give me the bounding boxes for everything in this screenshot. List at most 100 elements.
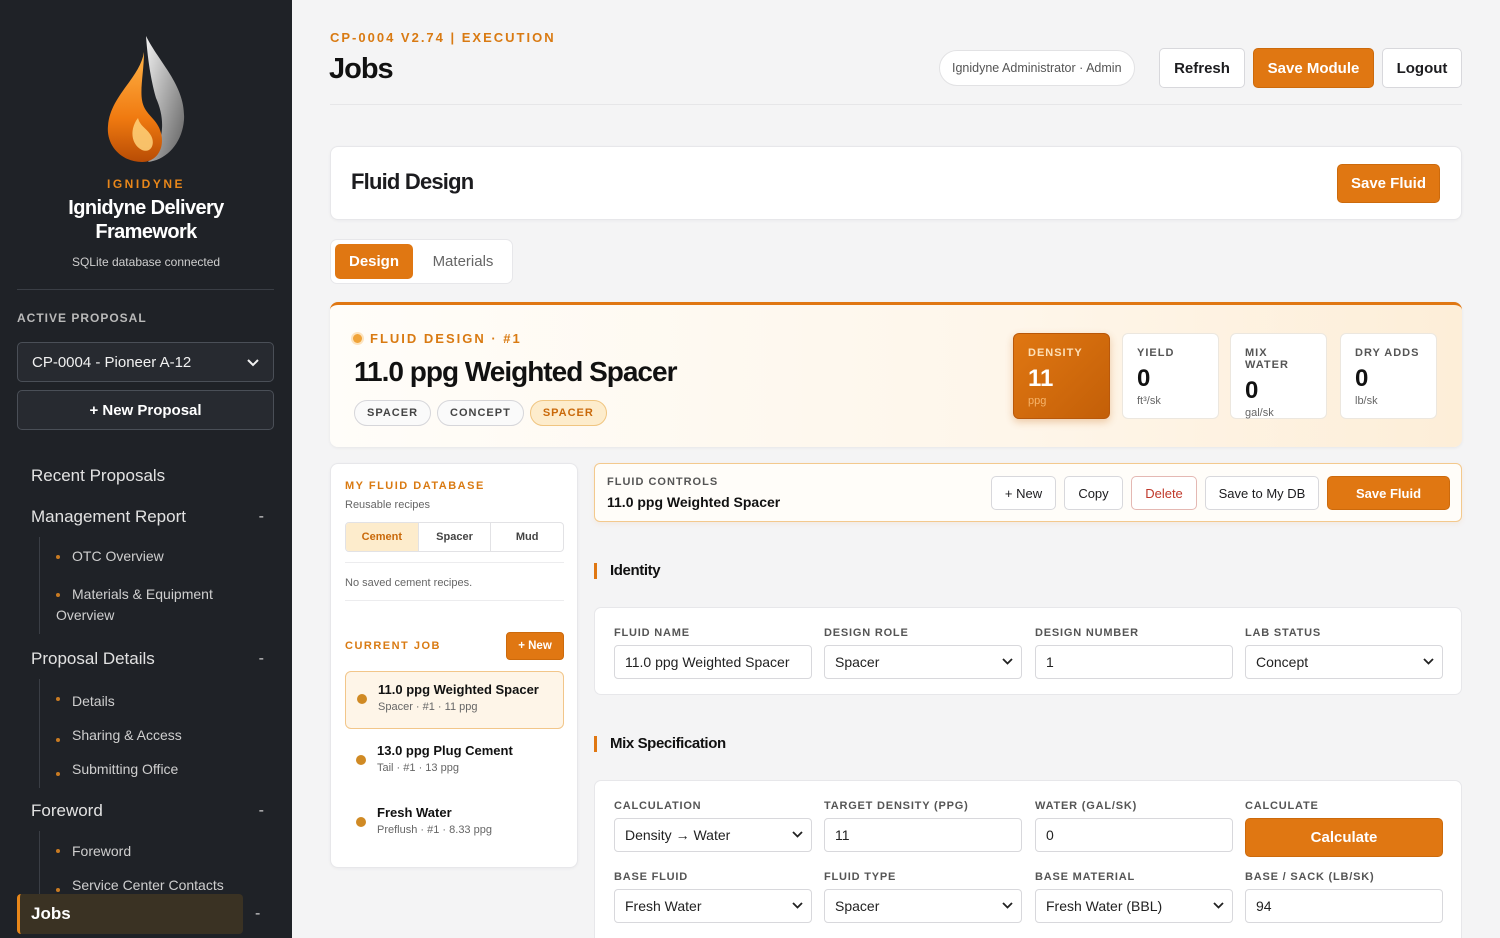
nav-item-submitting-office[interactable]: Submitting Office bbox=[56, 754, 274, 788]
lab-status-select[interactable]: Concept bbox=[1245, 645, 1443, 679]
design-number-input[interactable]: 1 bbox=[1035, 645, 1233, 679]
tab-design[interactable]: Design bbox=[335, 244, 413, 279]
nav-jobs-active[interactable]: Jobs bbox=[17, 894, 243, 934]
current-job-kicker: CURRENT JOB bbox=[345, 640, 441, 652]
save-fluid-button[interactable]: Save Fluid bbox=[1327, 476, 1450, 510]
db-status: SQLite database connected bbox=[71, 255, 221, 269]
hero-pills: SPACER CONCEPT SPACER bbox=[354, 400, 607, 426]
management-subnav: OTC Overview Materials & Equipment Overv… bbox=[39, 537, 274, 634]
fluid-design-card: Fluid Design Save Fluid bbox=[330, 146, 1462, 220]
hero-kicker: FLUID DESIGN · #1 bbox=[353, 331, 522, 346]
calculation-select[interactable]: Density → Water bbox=[614, 818, 812, 852]
hero-kicker-text: FLUID DESIGN · #1 bbox=[370, 331, 522, 346]
target-density-value: 11 bbox=[835, 827, 850, 843]
design-number-value: 1 bbox=[1046, 654, 1054, 670]
metric-value: 0 bbox=[1245, 377, 1259, 404]
nav-item-materials-equipment-cont[interactable]: Overview bbox=[40, 604, 274, 634]
calculation-label: CALCULATION bbox=[614, 800, 702, 812]
active-proposal-select[interactable]: CP-0004 - Pioneer A-12 bbox=[17, 342, 274, 382]
save-to-db-button[interactable]: Save to My DB bbox=[1205, 476, 1319, 510]
sidebar-nav: Recent Proposals Management Report - OTC… bbox=[17, 455, 274, 904]
mix-spec-section-title: Mix Specification bbox=[594, 736, 726, 752]
fluid-type-select[interactable]: Spacer bbox=[824, 889, 1022, 923]
job-list-item[interactable]: 11.0 ppg Weighted Spacer Spacer · #1 · 1… bbox=[345, 671, 564, 729]
chevron-down-icon bbox=[1002, 656, 1013, 668]
metric-value: 0 bbox=[1355, 365, 1369, 392]
target-density-label: TARGET DENSITY (PPG) bbox=[824, 800, 969, 812]
base-fluid-select[interactable]: Fresh Water bbox=[614, 889, 812, 923]
job-sub: Preflush · #1 · 8.33 ppg bbox=[377, 824, 492, 836]
metric-label: DRY ADDS bbox=[1355, 347, 1420, 359]
pill-role: SPACER bbox=[354, 400, 432, 426]
flame-logo-icon bbox=[100, 34, 192, 164]
nav-item-materials-equipment[interactable]: Materials & Equipment bbox=[56, 575, 274, 604]
header-divider bbox=[330, 104, 1462, 105]
delete-button[interactable]: Delete bbox=[1131, 476, 1197, 510]
job-list-item[interactable]: 13.0 ppg Plug Cement Tail · #1 · 13 ppg bbox=[345, 733, 564, 791]
collapse-icon[interactable]: - bbox=[259, 802, 264, 820]
logout-button[interactable]: Logout bbox=[1382, 48, 1462, 88]
save-fluid-button[interactable]: Save Fluid bbox=[1337, 164, 1440, 203]
nav-foreword[interactable]: Foreword - bbox=[17, 790, 274, 831]
job-list-item[interactable]: Fresh Water Preflush · #1 · 8.33 ppg bbox=[345, 795, 564, 853]
copy-button[interactable]: Copy bbox=[1064, 476, 1123, 510]
job-dot-icon bbox=[356, 755, 366, 765]
metric-label: DENSITY bbox=[1028, 347, 1083, 359]
segment-spacer[interactable]: Spacer bbox=[419, 523, 492, 551]
target-density-input[interactable]: 11 bbox=[824, 818, 1022, 852]
water-input[interactable]: 0 bbox=[1035, 818, 1233, 852]
breadcrumb: CP-0004 V2.74 | EXECUTION bbox=[330, 30, 556, 45]
tab-materials[interactable]: Materials bbox=[419, 244, 507, 279]
nav-management-report[interactable]: Management Report - bbox=[17, 496, 274, 537]
new-fluid-button[interactable]: + New bbox=[506, 632, 564, 660]
metric-mix-water: MIX WATER 0 gal/sk bbox=[1230, 333, 1327, 419]
base-sack-input[interactable]: 94 bbox=[1245, 889, 1443, 923]
collapse-icon[interactable]: - bbox=[259, 650, 264, 668]
new-button[interactable]: + New bbox=[991, 476, 1056, 510]
metric-unit: ppg bbox=[1028, 395, 1047, 407]
new-proposal-button[interactable]: + New Proposal bbox=[17, 390, 274, 430]
identity-form: FLUID NAME 11.0 ppg Weighted Spacer DESI… bbox=[594, 607, 1462, 695]
water-label: WATER (GAL/SK) bbox=[1035, 800, 1138, 812]
controls-kicker: FLUID CONTROLS bbox=[607, 476, 719, 488]
chevron-down-icon bbox=[1002, 900, 1013, 912]
nav-proposal-details[interactable]: Proposal Details - bbox=[17, 638, 274, 679]
proposal-subnav: Details Sharing & Access Submitting Offi… bbox=[39, 679, 274, 788]
metric-unit: gal/sk bbox=[1245, 407, 1274, 419]
fluid-name-input[interactable]: 11.0 ppg Weighted Spacer bbox=[614, 645, 812, 679]
metric-label: MIX WATER bbox=[1245, 347, 1289, 371]
job-sub: Tail · #1 · 13 ppg bbox=[377, 762, 459, 774]
nav-item-sharing-access[interactable]: Sharing & Access bbox=[56, 720, 274, 754]
job-title: 11.0 ppg Weighted Spacer bbox=[378, 682, 539, 697]
brand-title: Ignidyne Delivery Framework bbox=[68, 197, 224, 243]
collapse-icon[interactable]: - bbox=[259, 508, 264, 526]
sidebar-divider bbox=[17, 289, 274, 290]
calculate-label: CALCULATE bbox=[1245, 800, 1319, 812]
calculate-button[interactable]: Calculate bbox=[1245, 818, 1443, 857]
nav-recent-proposals[interactable]: Recent Proposals bbox=[17, 455, 274, 496]
nav-item-foreword[interactable]: Foreword bbox=[56, 831, 274, 870]
nav-item-otc-overview[interactable]: OTC Overview bbox=[56, 537, 274, 575]
mix-spec-form: CALCULATION Density → Water TARGET DENSI… bbox=[594, 780, 1462, 938]
fluid-database-panel: MY FLUID DATABASE Reusable recipes Cemen… bbox=[330, 463, 578, 868]
divider bbox=[345, 600, 564, 601]
fluid-type-value: Spacer bbox=[835, 898, 880, 914]
collapse-icon[interactable]: - bbox=[255, 905, 260, 923]
segment-cement[interactable]: Cement bbox=[346, 523, 419, 551]
base-fluid-value: Fresh Water bbox=[625, 898, 702, 914]
base-material-label: BASE MATERIAL bbox=[1035, 871, 1136, 883]
nav-item-details[interactable]: Details bbox=[56, 679, 274, 720]
design-tabs: Design Materials bbox=[330, 239, 513, 284]
design-role-select[interactable]: Spacer bbox=[824, 645, 1022, 679]
divider bbox=[345, 562, 564, 563]
base-material-select[interactable]: Fresh Water (BBL) bbox=[1035, 889, 1233, 923]
refresh-button[interactable]: Refresh bbox=[1159, 48, 1245, 88]
save-module-button[interactable]: Save Module bbox=[1253, 48, 1374, 88]
job-dot-icon bbox=[356, 817, 366, 827]
chevron-down-icon bbox=[1213, 900, 1224, 912]
nav-recent-label: Recent Proposals bbox=[31, 465, 166, 485]
metric-value: 11 bbox=[1028, 365, 1054, 392]
chevron-down-icon bbox=[792, 900, 803, 912]
water-value: 0 bbox=[1046, 827, 1054, 843]
segment-mud[interactable]: Mud bbox=[491, 523, 563, 551]
